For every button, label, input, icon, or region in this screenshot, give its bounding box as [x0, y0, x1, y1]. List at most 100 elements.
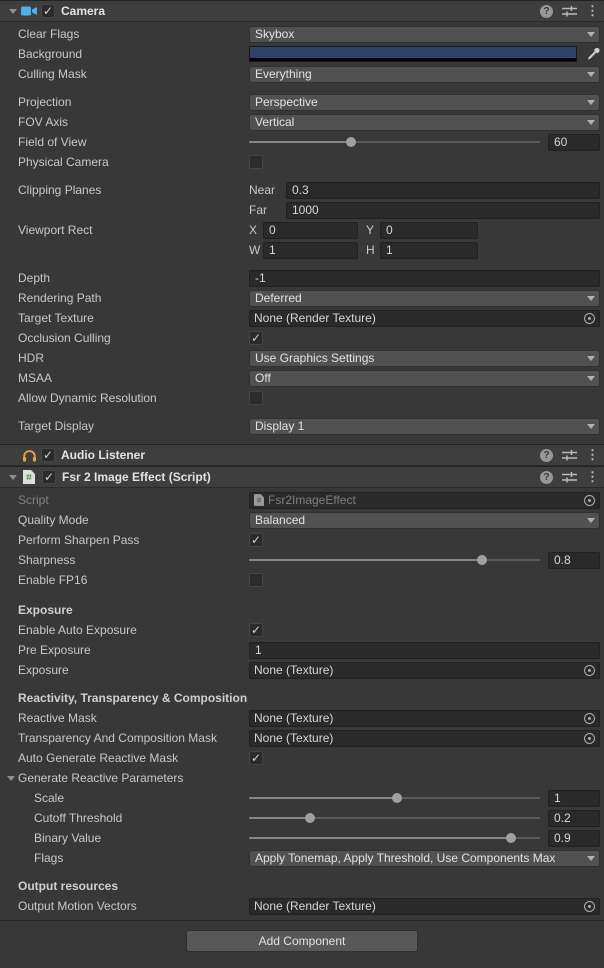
field-row-pre-exposure: Pre Exposure 1: [0, 640, 604, 660]
binary-value-slider[interactable]: [249, 831, 540, 845]
field-row-transparency-mask: Transparency And Composition Mask None (…: [0, 728, 604, 748]
help-icon[interactable]: ?: [540, 5, 553, 18]
presets-icon[interactable]: [562, 449, 577, 461]
chevron-down-icon: [587, 856, 595, 861]
transparency-mask-object-field[interactable]: None (Texture): [249, 730, 600, 747]
projection-dropdown[interactable]: Perspective: [249, 94, 600, 111]
binary-value-value-input[interactable]: 0.9: [548, 830, 600, 847]
camera-component-header[interactable]: Camera ? ⋮: [0, 0, 604, 22]
field-label: Field of View: [18, 135, 249, 149]
eyedropper-icon[interactable]: [586, 48, 600, 61]
slider-handle[interactable]: [477, 555, 487, 565]
hdr-dropdown[interactable]: Use Graphics Settings: [249, 350, 600, 367]
object-picker-icon[interactable]: [584, 495, 595, 506]
viewport-x-input[interactable]: 0: [263, 222, 358, 239]
dropdown-value: Everything: [255, 67, 312, 81]
slider-fill: [249, 817, 310, 819]
slider-handle[interactable]: [346, 137, 356, 147]
field-row-exposure: Exposure None (Texture): [0, 660, 604, 680]
field-row-output-motion-vectors: Output Motion Vectors None (Render Textu…: [0, 896, 604, 916]
dropdown-value: Deferred: [255, 291, 302, 305]
scale-value-input[interactable]: 1: [548, 790, 600, 807]
object-picker-icon[interactable]: [584, 901, 595, 912]
foldout-arrow-icon[interactable]: [6, 475, 20, 480]
sharpness-slider[interactable]: [249, 553, 540, 567]
depth-input[interactable]: -1: [249, 270, 600, 287]
exposure-object-field[interactable]: None (Texture): [249, 662, 600, 679]
foldout-arrow-icon[interactable]: [4, 776, 18, 781]
near-input[interactable]: 0.3: [286, 182, 600, 199]
clear-flags-dropdown[interactable]: Skybox: [249, 26, 600, 43]
audio-listener-enabled-checkbox[interactable]: [41, 448, 55, 462]
cutoff-threshold-slider[interactable]: [249, 811, 540, 825]
reactive-mask-object-field[interactable]: None (Texture): [249, 710, 600, 727]
object-picker-icon[interactable]: [584, 713, 595, 724]
far-input[interactable]: 1000: [286, 202, 600, 219]
field-label: Background: [18, 47, 249, 61]
rendering-path-dropdown[interactable]: Deferred: [249, 290, 600, 307]
quality-mode-dropdown[interactable]: Balanced: [249, 512, 600, 529]
field-row-culling-mask: Culling Mask Everything: [0, 64, 604, 84]
camera-enabled-checkbox[interactable]: [41, 4, 55, 18]
object-picker-icon[interactable]: [584, 665, 595, 676]
script-object-field[interactable]: Fsr2ImageEffect: [249, 492, 600, 509]
component-title: Camera: [61, 4, 540, 18]
slider-fill: [249, 837, 511, 839]
kebab-menu-icon[interactable]: ⋮: [586, 447, 596, 463]
field-row-sharpness: Sharpness 0.8: [0, 550, 604, 570]
sharpness-value-input[interactable]: 0.8: [548, 552, 600, 569]
inspector-panel: Camera ? ⋮ Clear Flags Skybox Background: [0, 0, 604, 968]
object-picker-icon[interactable]: [584, 313, 595, 324]
background-color-field[interactable]: [249, 46, 577, 62]
msaa-dropdown[interactable]: Off: [249, 370, 600, 387]
field-row-fov-axis: FOV Axis Vertical: [0, 112, 604, 132]
add-component-button[interactable]: Add Component: [186, 930, 418, 952]
foldout-arrow-icon[interactable]: [6, 9, 20, 14]
output-motion-vectors-object-field[interactable]: None (Render Texture): [249, 898, 600, 915]
field-row-enable-auto-exposure: Enable Auto Exposure: [0, 620, 604, 640]
help-icon[interactable]: ?: [540, 471, 553, 484]
field-row-reactive-mask: Reactive Mask None (Texture): [0, 708, 604, 728]
fsr2-enabled-checkbox[interactable]: [42, 470, 56, 484]
field-of-view-value-input[interactable]: 60: [548, 134, 600, 151]
viewport-h-input[interactable]: 1: [380, 242, 478, 259]
field-label: Binary Value: [18, 831, 249, 845]
field-label: Generate Reactive Parameters: [18, 771, 183, 785]
target-display-dropdown[interactable]: Display 1: [249, 418, 600, 435]
slider-handle[interactable]: [392, 793, 402, 803]
enable-auto-exposure-checkbox[interactable]: [249, 623, 263, 637]
field-label: Target Texture: [18, 311, 249, 325]
fov-axis-dropdown[interactable]: Vertical: [249, 114, 600, 131]
perform-sharpen-pass-checkbox[interactable]: [249, 533, 263, 547]
allow-dynamic-resolution-checkbox[interactable]: [249, 391, 263, 405]
scale-slider[interactable]: [249, 791, 540, 805]
target-texture-object-field[interactable]: None (Render Texture): [249, 310, 600, 327]
cutoff-threshold-value-input[interactable]: 0.2: [548, 810, 600, 827]
auto-generate-reactive-mask-checkbox[interactable]: [249, 751, 263, 765]
viewport-y-input[interactable]: 0: [380, 222, 478, 239]
enable-fp16-checkbox[interactable]: [249, 573, 263, 587]
slider-handle[interactable]: [305, 813, 315, 823]
chevron-down-icon: [587, 518, 595, 523]
help-icon[interactable]: ?: [540, 449, 553, 462]
audio-listener-component-header[interactable]: Audio Listener ? ⋮: [0, 444, 604, 466]
field-row-clipping-far: Far 1000: [0, 200, 604, 220]
object-field-value: None (Texture): [254, 711, 580, 725]
object-picker-icon[interactable]: [584, 733, 595, 744]
physical-camera-checkbox[interactable]: [249, 155, 263, 169]
field-of-view-slider[interactable]: [249, 135, 540, 149]
pre-exposure-input[interactable]: 1: [249, 642, 600, 659]
occlusion-culling-checkbox[interactable]: [249, 331, 263, 345]
flags-dropdown[interactable]: Apply Tonemap, Apply Threshold, Use Comp…: [249, 850, 600, 867]
presets-icon[interactable]: [562, 5, 577, 17]
kebab-menu-icon[interactable]: ⋮: [586, 469, 596, 485]
presets-icon[interactable]: [562, 471, 577, 483]
viewport-w-input[interactable]: 1: [263, 242, 358, 259]
slider-handle[interactable]: [506, 833, 516, 843]
dropdown-value: Off: [255, 371, 271, 385]
kebab-menu-icon[interactable]: ⋮: [586, 3, 596, 19]
field-row-clear-flags: Clear Flags Skybox: [0, 24, 604, 44]
field-row-generate-reactive-parameters[interactable]: Generate Reactive Parameters: [0, 768, 604, 788]
fsr2-component-header[interactable]: Fsr 2 Image Effect (Script) ? ⋮: [0, 466, 604, 488]
culling-mask-dropdown[interactable]: Everything: [249, 66, 600, 83]
